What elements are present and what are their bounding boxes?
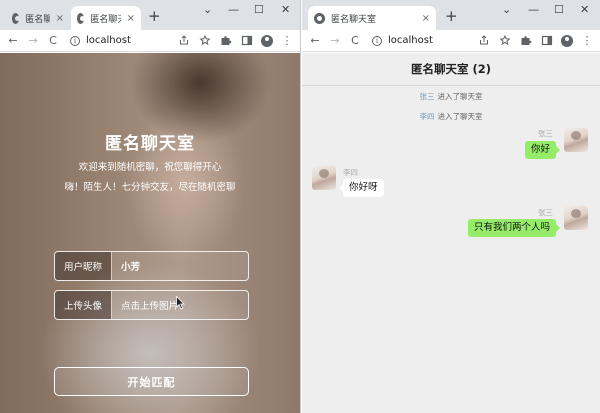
login-content: 匿名聊天室 欢迎来到随机密聊，祝您聊得开心 嗨！陌生人！七分钟交友，尽在随机密聊…	[0, 53, 300, 413]
close-tab-icon[interactable]: ×	[50, 13, 64, 24]
tab-label: 匿名聊天室	[331, 14, 377, 25]
avatar[interactable]	[564, 206, 588, 230]
message-sender: 张三	[538, 208, 553, 217]
avatar-upload-label: 上传头像	[55, 291, 112, 319]
right-browser-window: 匿名聊天室 × + ⌄ — ☐ ✕ ← → C i localhost ⋮ 匿名…	[302, 0, 600, 413]
chat-title: 匿名聊天室	[410, 62, 469, 76]
message-bubble: 你好呀	[339, 179, 384, 197]
message-bubble: 你好	[524, 141, 561, 159]
back-button[interactable]: ←	[6, 34, 20, 48]
puzzle-icon[interactable]	[519, 35, 533, 46]
maximize-button[interactable]: ☐	[554, 3, 564, 16]
tab-strip: 匿名聊天室 × + ⌄ — ☐ ✕	[302, 0, 600, 30]
share-icon[interactable]	[177, 35, 191, 46]
nickname-input[interactable]: 小芳	[112, 252, 248, 280]
minimize-button[interactable]: —	[528, 3, 539, 16]
close-tab-icon[interactable]: ×	[416, 13, 430, 24]
browser-toolbar: ← → C i localhost ⋮	[0, 30, 300, 52]
message-sender: 李四	[343, 168, 358, 177]
chat-header: 匿名聊天室 (2)	[302, 53, 600, 86]
globe-icon	[314, 12, 325, 24]
tab-label: 匿名聊天	[25, 14, 49, 25]
avatar[interactable]	[564, 128, 588, 152]
kebab-menu-icon[interactable]: ⋮	[280, 34, 294, 48]
mouse-cursor-icon	[176, 296, 185, 310]
message-bubble: 只有我们两个人吗	[467, 219, 561, 237]
message-sender: 张三	[538, 129, 553, 138]
system-message-text: 进入了聊天室	[437, 92, 483, 101]
star-icon[interactable]	[498, 35, 512, 46]
minimize-button[interactable]: —	[228, 3, 239, 16]
left-browser-window: 匿名聊天 × 匿名聊天室 × + ⌄ — ☐ ✕ ← → C i localho…	[0, 0, 301, 413]
address-bar[interactable]: i localhost	[368, 32, 433, 50]
profile-icon[interactable]	[561, 34, 573, 47]
reload-button[interactable]: C	[348, 34, 362, 48]
new-tab-button[interactable]: +	[148, 9, 161, 24]
welcome-text: 欢迎来到随机密聊，祝您聊得开心	[78, 162, 222, 173]
info-icon[interactable]: i	[372, 35, 382, 46]
tab-anonymous-chatroom[interactable]: 匿名聊天室 ×	[308, 6, 436, 30]
globe-icon	[12, 12, 21, 24]
system-message-text: 进入了聊天室	[437, 112, 483, 121]
globe-icon	[77, 12, 86, 24]
forward-button[interactable]: →	[328, 34, 342, 48]
page-title: 匿名聊天室	[105, 134, 195, 154]
puzzle-icon[interactable]	[219, 35, 233, 46]
tab-strip: 匿名聊天 × 匿名聊天室 × + ⌄ — ☐ ✕	[0, 0, 300, 30]
login-page: 匿名聊天室 欢迎来到随机密聊，祝您聊得开心 嗨！陌生人！七分钟交友，尽在随机密聊…	[0, 53, 300, 413]
address-bar[interactable]: i localhost	[66, 32, 131, 50]
kebab-menu-icon[interactable]: ⋮	[580, 34, 594, 48]
toolbar-actions: ⋮	[470, 34, 594, 48]
url-text: localhost	[86, 35, 131, 46]
close-window-button[interactable]: ✕	[281, 3, 290, 16]
system-message: 李四 进入了聊天室	[302, 111, 600, 122]
nickname-label: 用户昵称	[55, 252, 112, 280]
tab-anonymous-chatroom[interactable]: 匿名聊天室 ×	[71, 6, 141, 30]
sidepanel-icon[interactable]	[540, 35, 554, 46]
star-icon[interactable]	[198, 35, 212, 46]
system-message: 张三 进入了聊天室	[302, 91, 600, 102]
toolbar-actions: ⋮	[170, 34, 294, 48]
maximize-button[interactable]: ☐	[254, 3, 264, 16]
new-tab-button[interactable]: +	[445, 9, 458, 24]
share-icon[interactable]	[477, 35, 491, 46]
browser-toolbar: ← → C i localhost ⋮	[302, 30, 600, 52]
nickname-field[interactable]: 用户昵称 小芳	[54, 251, 249, 281]
avatar-upload-field[interactable]: 上传头像 点击上传图片	[54, 290, 249, 320]
url-text: localhost	[388, 35, 433, 46]
online-count: (2)	[472, 62, 491, 76]
screen: 匿名聊天 × 匿名聊天室 × + ⌄ — ☐ ✕ ← → C i localho…	[0, 0, 600, 413]
system-message-user: 李四	[419, 112, 435, 121]
forward-button[interactable]: →	[26, 34, 40, 48]
chat-room: 匿名聊天室 (2) 张三 进入了聊天室 李四 进入了聊天室 张三 你好 李四 你好呀…	[302, 53, 600, 413]
tagline-text: 嗨！陌生人！七分钟交友，尽在随机密聊	[64, 182, 236, 193]
tab-search-dropdown-icon[interactable]: ⌄	[203, 3, 212, 16]
back-button[interactable]: ←	[308, 34, 322, 48]
close-tab-icon[interactable]: ×	[121, 13, 135, 24]
tab-anonymous-chat[interactable]: 匿名聊天 ×	[6, 6, 70, 30]
info-icon[interactable]: i	[70, 35, 80, 46]
tab-label: 匿名聊天室	[90, 14, 120, 25]
close-window-button[interactable]: ✕	[580, 3, 589, 16]
system-message-user: 张三	[419, 92, 435, 101]
avatar[interactable]	[312, 166, 336, 190]
reload-button[interactable]: C	[46, 34, 60, 48]
tab-search-dropdown-icon[interactable]: ⌄	[502, 3, 511, 16]
start-match-button[interactable]: 开始匹配	[54, 367, 249, 396]
sidepanel-icon[interactable]	[240, 35, 254, 46]
profile-icon[interactable]	[261, 34, 273, 47]
